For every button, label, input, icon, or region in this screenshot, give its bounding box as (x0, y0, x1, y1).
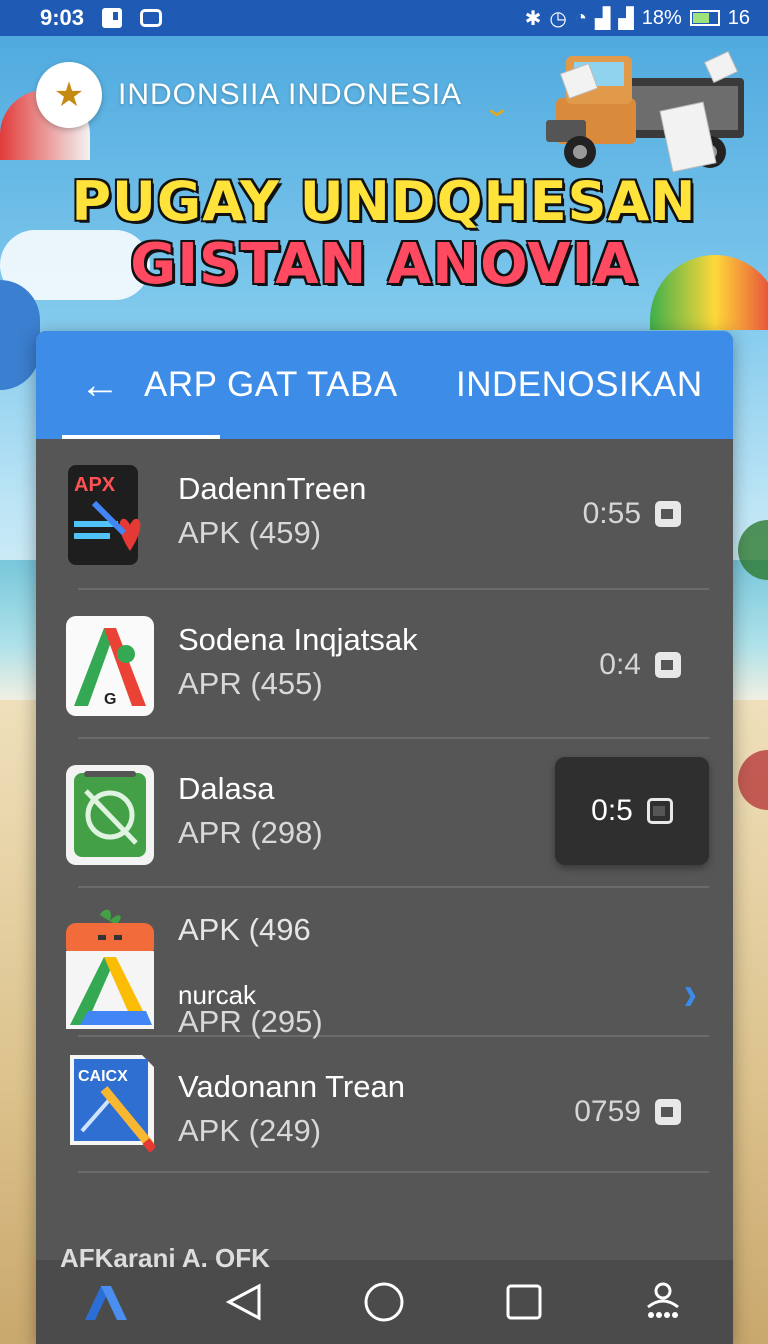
tab-bar: ← ARP GAT TABA INDENOSIKAN (36, 331, 733, 439)
list-item[interactable]: APX DadennTreen APK (459) 0:55 (68, 439, 709, 590)
status-extra: 16 (727, 6, 750, 29)
app-icon-apx: APX (68, 465, 141, 565)
app-icon-dalasa (66, 765, 154, 865)
app-name: DadennTreen (178, 471, 367, 506)
camera-icon (140, 9, 163, 27)
notification-icon (102, 8, 123, 28)
battery-icon (689, 10, 720, 26)
app-size: APR (455) (178, 666, 323, 701)
list-item[interactable]: CAICX Vadonann Trean APK (249) 0759 (70, 1037, 709, 1173)
app-name: Vadonann Trean (178, 1069, 405, 1104)
app-size-primary: APK (496 (178, 912, 311, 947)
partial-list-item-text: AFKarani A. OFK (60, 1243, 270, 1273)
app-time[interactable]: 0:4 (599, 648, 681, 682)
app-name: Sodena Inqjatsak (178, 622, 418, 657)
list-item[interactable]: G Sodena Inqjatsak APR (455) 0:4 (66, 590, 709, 739)
list-item[interactable]: APK (496 nurcak APR (295) › (66, 888, 709, 1039)
app-time-selected[interactable]: 0:5 (555, 757, 709, 865)
app-time-label: 0759 (574, 1095, 641, 1128)
headline-line-2: GISTAN ANOVIA (130, 232, 638, 297)
back-icon[interactable] (215, 1272, 275, 1332)
status-time: 9:03 (40, 5, 85, 30)
app-time-label: 0:4 (599, 648, 641, 681)
recents-icon[interactable] (494, 1272, 554, 1332)
home-icon[interactable] (354, 1272, 414, 1332)
app-time-label: 0:55 (582, 497, 641, 530)
app-icon-apx-text: APX (74, 474, 116, 496)
status-bar: 9:03 ✱ ◷ ◔ ▟ ▟ 18% 16 (0, 0, 768, 36)
wifi-icon: ◔ (574, 6, 587, 29)
app-time[interactable]: 0:55 (583, 497, 681, 531)
app-size: APK (459) (178, 515, 322, 550)
back-arrow-icon[interactable]: ← (70, 355, 130, 415)
window-icon (655, 1099, 681, 1125)
brand-name: INDONSIIA INDONESIA (118, 78, 463, 111)
app-icon-nurcak (66, 909, 154, 1029)
brand-logo-icon: ★ (36, 62, 102, 128)
window-icon (655, 501, 681, 527)
signal-icon: ▟ (594, 7, 611, 30)
app-name: Dalasa (178, 771, 275, 806)
app-time[interactable]: 0759 (574, 1095, 681, 1129)
app-icon-caicx: CAICX (70, 1055, 156, 1153)
app-list-panel: ← ARP GAT TABA INDENOSIKAN APX DadennTre… (36, 331, 733, 1344)
app-size: APR (295) (178, 1004, 323, 1039)
truck-illustration (546, 50, 744, 172)
alarm-icon: ◷ (549, 7, 567, 30)
window-icon (655, 652, 681, 678)
app-size: APR (298) (178, 815, 323, 850)
chevron-down-icon[interactable]: ⌄ (482, 92, 513, 123)
tab-indenosikan[interactable]: INDENOSIKAN (456, 365, 703, 405)
app-icon-sodena-text: G (104, 691, 116, 708)
account-icon[interactable] (633, 1272, 693, 1332)
window-icon (646, 798, 673, 824)
app-time-label: 0:5 (591, 794, 633, 827)
tab-arp-gat-taba[interactable]: ARP GAT TABA (144, 365, 398, 405)
battery-percent: 18% (641, 6, 682, 29)
app-icon-sodena: G (66, 616, 154, 716)
brand-header[interactable]: ★ INDONSIIA INDONESIA (36, 62, 462, 128)
app-icon-caicx-text: CAICX (78, 1068, 128, 1085)
signal-icon: ▟ (618, 7, 634, 30)
list-item[interactable]: Dalasa APR (298) 0:5 (66, 739, 709, 888)
headline-line-1: PUGAY UNDQHESAN (71, 170, 697, 233)
app-list: APX DadennTreen APK (459) 0:55 G Sodena … (36, 439, 733, 1173)
chevron-right-icon[interactable]: › (684, 968, 697, 1022)
app-launcher-icon[interactable] (76, 1272, 136, 1332)
bluetooth-icon: ✱ (524, 7, 542, 30)
app-size: APK (249) (178, 1113, 322, 1148)
